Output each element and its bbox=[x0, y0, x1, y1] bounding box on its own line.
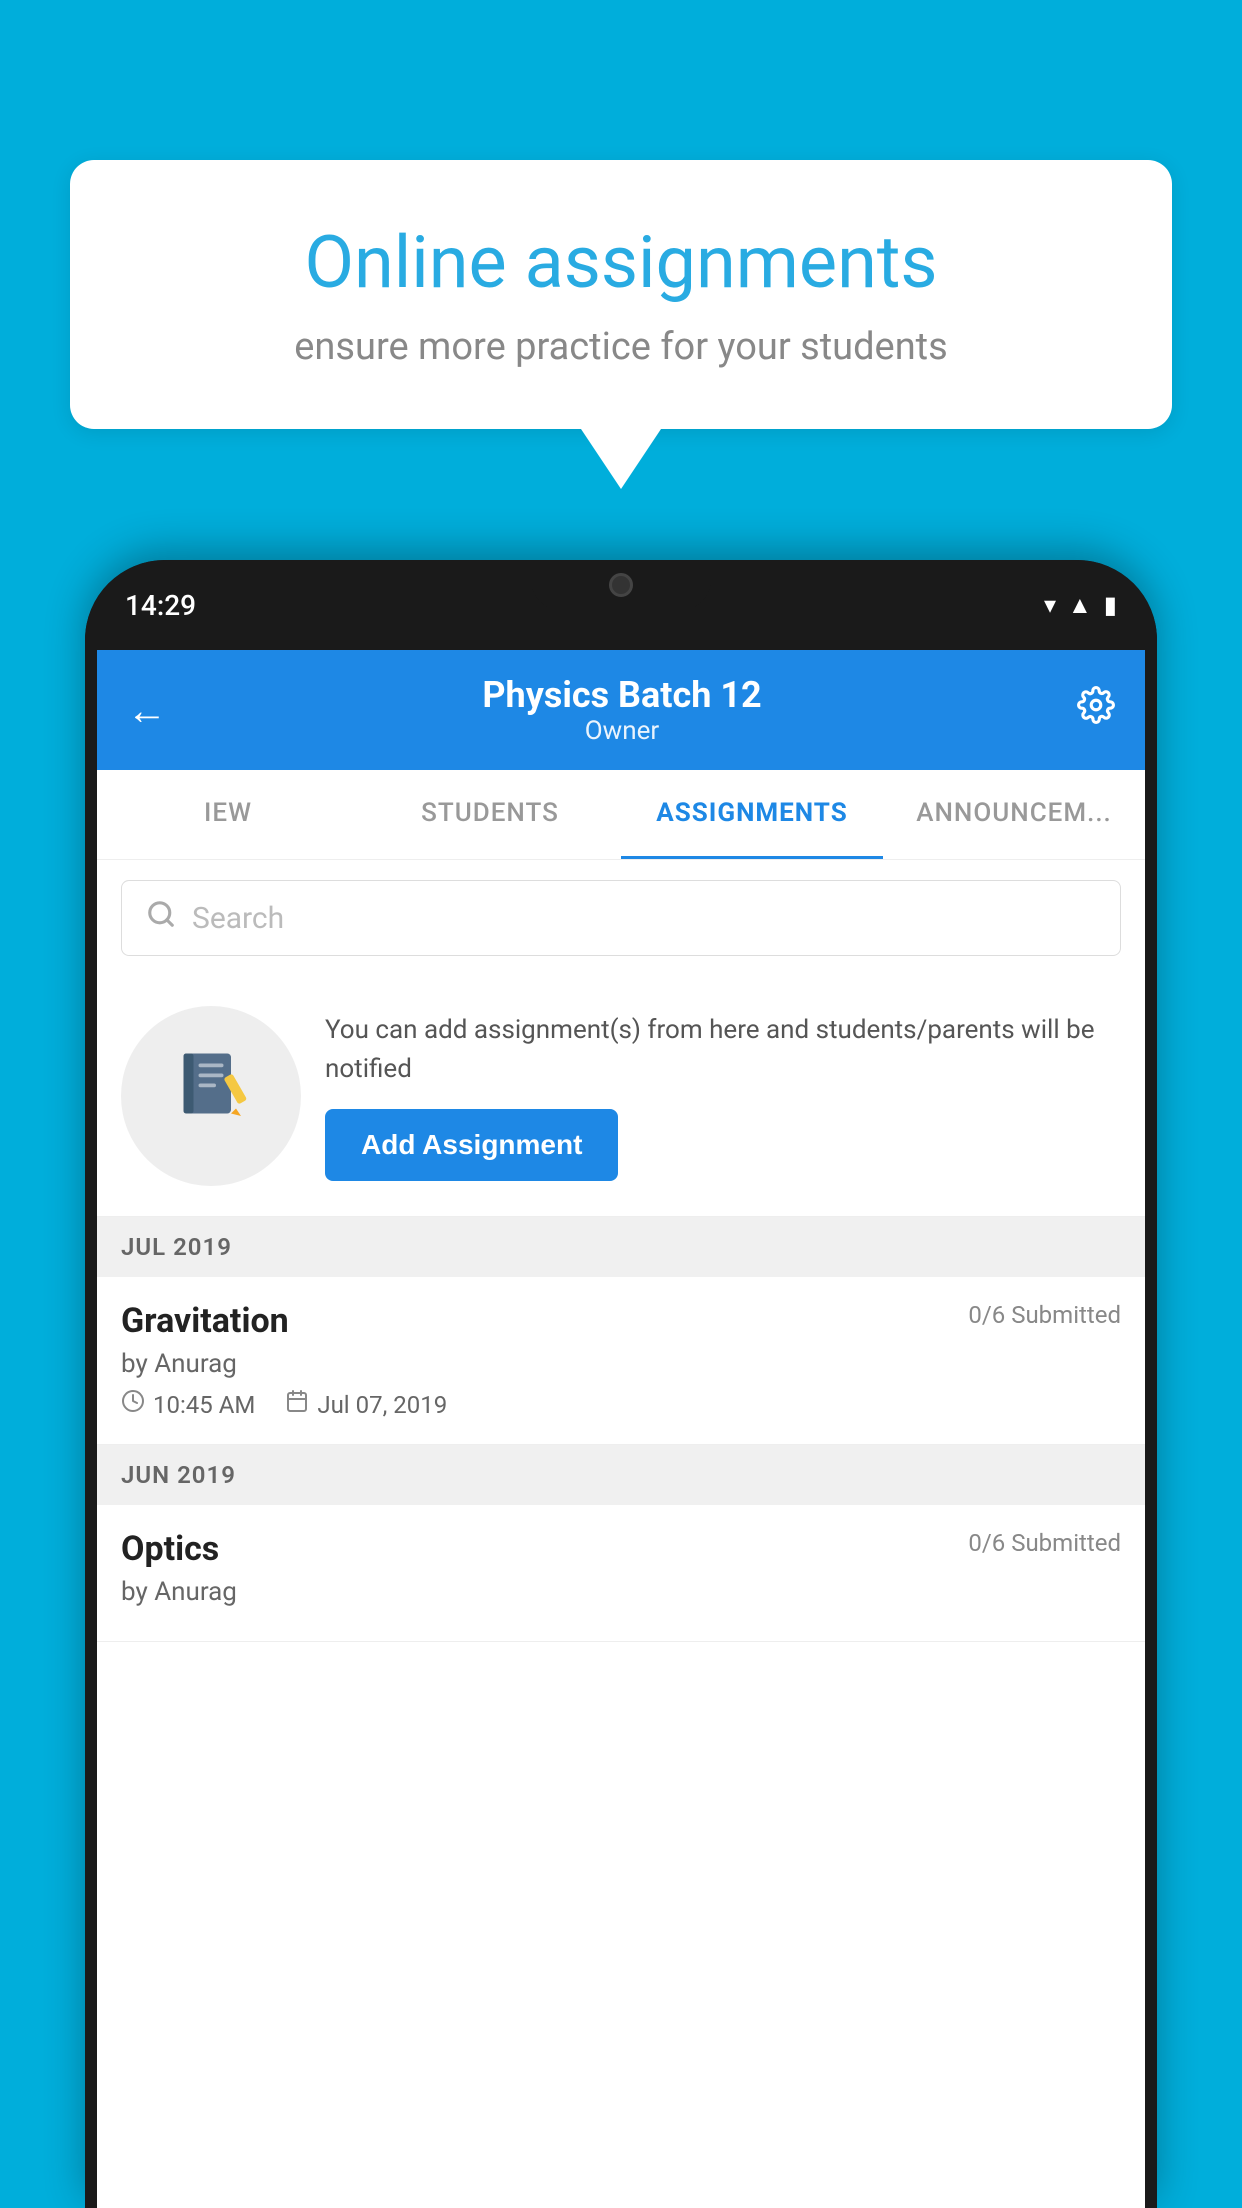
phone-camera bbox=[609, 573, 633, 597]
section-header-jul: JUL 2019 bbox=[97, 1217, 1145, 1277]
assignment-time: 10:45 AM bbox=[121, 1389, 255, 1420]
promo-content: You can add assignment(s) from here and … bbox=[325, 1011, 1121, 1181]
back-button[interactable]: ← bbox=[127, 687, 167, 734]
assignment-author-optics: by Anurag bbox=[121, 1577, 1121, 1607]
speech-bubble-card: Online assignments ensure more practice … bbox=[70, 160, 1172, 429]
speech-bubble-title: Online assignments bbox=[140, 220, 1102, 305]
phone-frame: 14:29 ▾ ▲ ▮ ← Physics Batch 12 Owner bbox=[85, 560, 1157, 2208]
assignment-submitted-optics: 0/6 Submitted bbox=[968, 1529, 1121, 1557]
assignment-item-optics[interactable]: Optics 0/6 Submitted by Anurag bbox=[97, 1505, 1145, 1642]
signal-icon: ▲ bbox=[1068, 591, 1092, 620]
assignment-item-gravitation[interactable]: Gravitation 0/6 Submitted by Anurag 10:4… bbox=[97, 1277, 1145, 1445]
search-icon bbox=[146, 899, 176, 937]
assignment-date: Jul 07, 2019 bbox=[285, 1389, 447, 1420]
search-placeholder: Search bbox=[192, 901, 284, 936]
add-assignment-button[interactable]: Add Assignment bbox=[325, 1109, 618, 1181]
speech-bubble-tail bbox=[581, 429, 661, 489]
page-subtitle: Owner bbox=[482, 716, 761, 746]
tab-students[interactable]: STUDENTS bbox=[359, 770, 621, 859]
search-bar[interactable]: Search bbox=[121, 880, 1121, 956]
search-container: Search bbox=[97, 860, 1145, 976]
tabs-bar: IEW STUDENTS ASSIGNMENTS ANNOUNCEM... bbox=[97, 770, 1145, 860]
assignment-submitted: 0/6 Submitted bbox=[968, 1301, 1121, 1329]
promo-icon-circle bbox=[121, 1006, 301, 1186]
tab-iew[interactable]: IEW bbox=[97, 770, 359, 859]
add-assignment-promo: You can add assignment(s) from here and … bbox=[97, 976, 1145, 1217]
status-icons: ▾ ▲ ▮ bbox=[1044, 591, 1117, 620]
assignment-name-optics: Optics bbox=[121, 1529, 219, 1569]
time-value: 10:45 AM bbox=[153, 1391, 255, 1419]
phone-notch bbox=[531, 560, 711, 610]
speech-bubble-subtitle: ensure more practice for your students bbox=[140, 325, 1102, 369]
phone-screen: ← Physics Batch 12 Owner IEW STUDENTS AS… bbox=[97, 650, 1145, 2208]
assignment-author: by Anurag bbox=[121, 1349, 1121, 1379]
tab-announcements[interactable]: ANNOUNCEM... bbox=[883, 770, 1145, 859]
tab-assignments[interactable]: ASSIGNMENTS bbox=[621, 770, 883, 859]
promo-description: You can add assignment(s) from here and … bbox=[325, 1011, 1121, 1089]
assignment-item-optics-top: Optics 0/6 Submitted bbox=[121, 1529, 1121, 1569]
assignment-item-top: Gravitation 0/6 Submitted bbox=[121, 1301, 1121, 1341]
speech-bubble-section: Online assignments ensure more practice … bbox=[70, 160, 1172, 489]
battery-icon: ▮ bbox=[1104, 591, 1117, 619]
assignment-meta: 10:45 AM Jul 07, 2019 bbox=[121, 1389, 1121, 1420]
notebook-icon bbox=[171, 1046, 251, 1146]
status-bar: 14:29 ▾ ▲ ▮ bbox=[85, 560, 1157, 650]
assignment-name: Gravitation bbox=[121, 1301, 289, 1341]
section-header-jun: JUN 2019 bbox=[97, 1445, 1145, 1505]
header-title-block: Physics Batch 12 Owner bbox=[482, 674, 761, 746]
date-value: Jul 07, 2019 bbox=[317, 1391, 447, 1419]
page-title: Physics Batch 12 bbox=[482, 674, 761, 716]
wifi-icon: ▾ bbox=[1044, 591, 1056, 619]
app-header: ← Physics Batch 12 Owner bbox=[97, 650, 1145, 770]
settings-icon[interactable] bbox=[1077, 686, 1115, 734]
calendar-icon bbox=[285, 1389, 309, 1420]
status-time: 14:29 bbox=[125, 589, 196, 622]
clock-icon bbox=[121, 1389, 145, 1420]
